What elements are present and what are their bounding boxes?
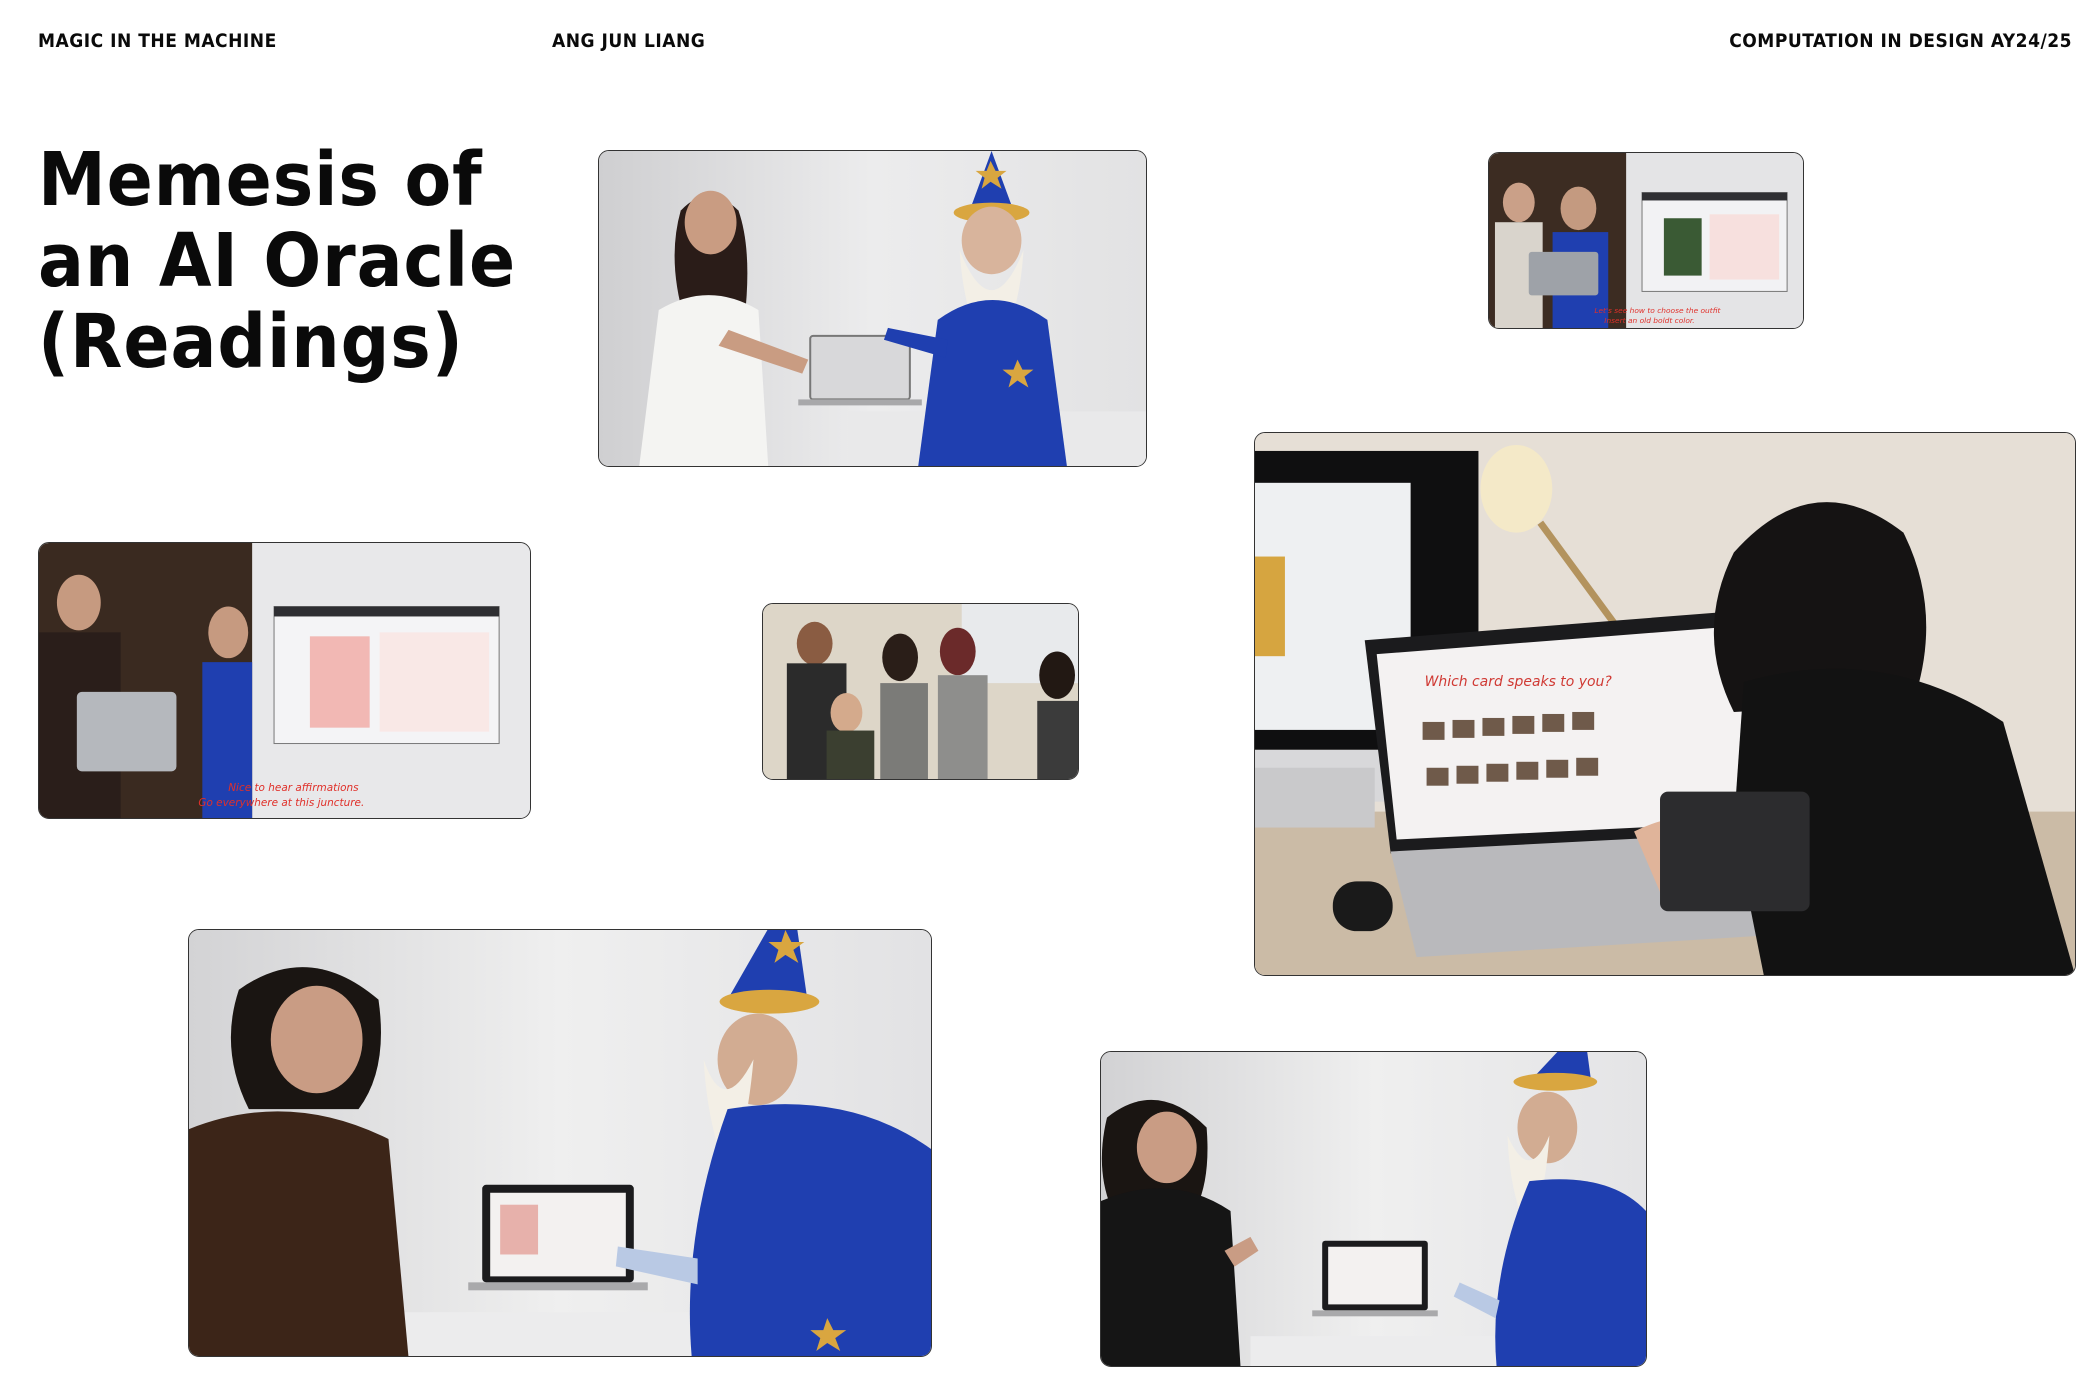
caption-line-2: Go everywhere at this juncture. xyxy=(198,797,364,809)
photo-video-still-outfit: Let's see how to choose the outfit Inser… xyxy=(1488,152,1804,329)
photo-video-still-affirmations: Nice to hear affirmations Go everywhere … xyxy=(38,542,531,819)
laptop-screen-headline: Which card speaks to you? xyxy=(1425,674,1613,690)
page-title: Memesis of an AI Oracle (Readings) xyxy=(38,140,516,383)
caption-line-1: Nice to hear affirmations xyxy=(228,782,359,794)
title-line-1: Memesis of xyxy=(38,137,483,223)
title-line-2: an AI Oracle xyxy=(38,218,517,304)
photo-wizard-and-visitor-laughing xyxy=(188,929,932,1357)
photo-wizard-and-visitor-reacting xyxy=(1100,1051,1647,1367)
photo-visitor-browsing-image-grid: Which card speaks to you? xyxy=(1254,432,2076,976)
photo-wizard-guiding-visitor xyxy=(598,150,1147,467)
caption-line-1: Let's see how to choose the outfit xyxy=(1594,306,1721,315)
photo-group-around-laptop xyxy=(762,603,1079,780)
caption-line-2: Insert an old boldt color. xyxy=(1604,316,1694,325)
header-author-name: ANG JUN LIANG xyxy=(552,30,706,52)
title-line-3: (Readings) xyxy=(38,299,464,385)
header-course-name: COMPUTATION IN DESIGN AY24/25 xyxy=(1729,30,2072,52)
header-project-title: MAGIC IN THE MACHINE xyxy=(38,30,277,52)
